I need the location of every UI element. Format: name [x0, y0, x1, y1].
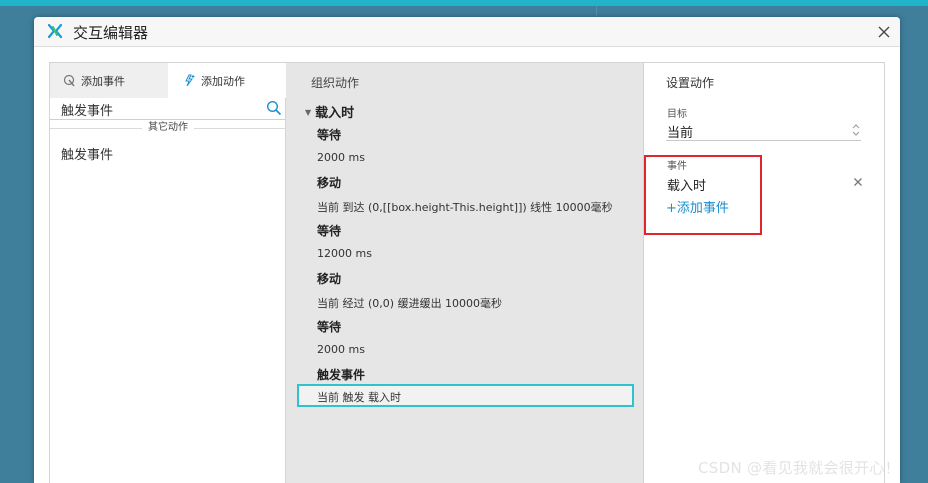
action-item-trigger-event[interactable]: 触发事件 [61, 144, 113, 163]
title-bar: 交互编辑器 [34, 17, 900, 47]
settings-panel: 设置动作 目标 当前 事件 载入时 +添加事件 [644, 63, 884, 483]
action-detail[interactable]: 2000 ms [317, 151, 365, 164]
tab-add-event-label: 添加事件 [81, 74, 125, 88]
group-header-other-actions: 其它动作 [50, 122, 286, 134]
search-box[interactable]: 触发事件 [50, 98, 286, 120]
chevron-updown-icon[interactable] [851, 122, 861, 138]
tab-add-event[interactable]: 添加事件 [50, 63, 168, 98]
action-name[interactable]: 移动 [317, 174, 341, 191]
action-detail[interactable]: 当前 到达 (0,[[box.height-This.height]]) 线性 … [317, 199, 613, 215]
search-input[interactable]: 触发事件 [61, 100, 113, 119]
action-name[interactable]: 等待 [317, 222, 341, 239]
action-name[interactable]: 移动 [317, 270, 341, 287]
target-label: 目标 [667, 109, 687, 120]
action-name[interactable]: 等待 [317, 318, 341, 335]
search-icon[interactable] [266, 100, 282, 116]
interaction-editor-dialog: 交互编辑器 添加事件 添加动作 触发事件 其它动作 触发事件 组织动作 ▼ 载入… [34, 17, 900, 483]
group-label: 其它动作 [142, 122, 194, 133]
watermark: CSDN @看见我就会很开心！ [698, 459, 901, 477]
organize-actions-panel: 组织动作 ▼ 载入时 等待 2000 ms 移动 当前 到达 (0,[[box.h… [286, 63, 644, 483]
close-icon[interactable] [852, 176, 864, 188]
action-detail[interactable]: 2000 ms [317, 343, 365, 356]
annotation-highlight-box [644, 155, 762, 235]
background-top-bar [0, 0, 928, 6]
background-divider [596, 6, 597, 16]
add-action-icon [185, 74, 195, 87]
action-detail: 当前 触发 载入时 [317, 391, 401, 404]
collapse-triangle-icon[interactable]: ▼ [305, 108, 311, 117]
event-name: 载入时 [315, 106, 355, 121]
editor-content: 添加事件 添加动作 触发事件 其它动作 触发事件 组织动作 ▼ 载入时 等待 2… [49, 62, 885, 483]
action-name[interactable]: 等待 [317, 126, 341, 143]
selected-action[interactable]: 当前 触发 载入时 [297, 384, 634, 407]
close-icon[interactable] [874, 22, 894, 42]
window-title: 交互编辑器 [73, 24, 149, 42]
action-detail[interactable]: 12000 ms [317, 247, 372, 260]
tab-add-action-label: 添加动作 [201, 74, 245, 88]
tab-bar: 添加事件 添加动作 [50, 63, 286, 98]
panel-title: 设置动作 [666, 76, 715, 90]
action-name[interactable]: 触发事件 [317, 366, 365, 383]
panel-title: 组织动作 [311, 76, 360, 90]
target-select[interactable]: 当前 [666, 121, 861, 141]
axure-logo-icon [47, 23, 63, 39]
tab-add-action[interactable]: 添加动作 [168, 63, 286, 98]
event-on-load[interactable]: ▼ 载入时 [305, 102, 354, 121]
target-value: 当前 [667, 126, 694, 141]
left-panel: 添加事件 添加动作 触发事件 其它动作 触发事件 [50, 63, 286, 483]
add-event-icon [63, 74, 75, 87]
action-detail[interactable]: 当前 经过 (0,0) 缓进缓出 10000毫秒 [317, 295, 502, 311]
